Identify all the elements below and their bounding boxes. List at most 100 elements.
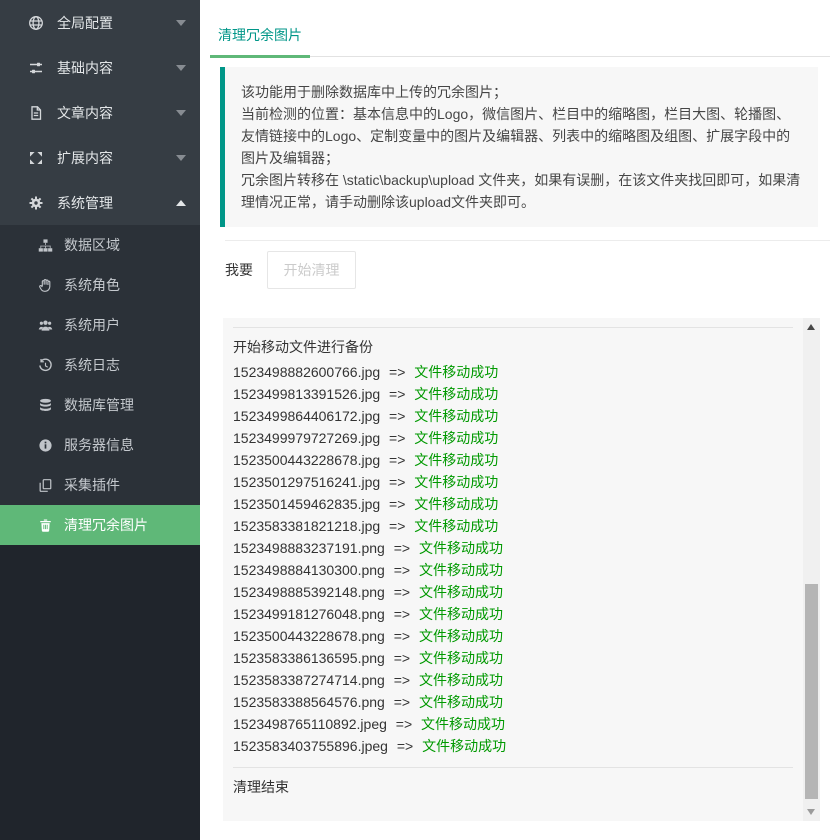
log-entry-status: 文件移动成功 <box>414 430 498 446</box>
users-icon <box>38 318 53 333</box>
log-entry: 1523500443228678.jpg => 文件移动成功 <box>233 449 793 471</box>
log-entry-separator: => <box>389 496 405 512</box>
database-icon <box>38 398 53 413</box>
notice-line: 当前检测的位置：基本信息中的Logo，微信图片、栏目中的缩略图，栏目大图、轮播图… <box>241 103 802 125</box>
log-entry-filename: 1523498765110892.jpeg <box>233 716 387 732</box>
notice-line: 该功能用于删除数据库中上传的冗余图片； <box>241 81 802 103</box>
sidebar-item-basic-content[interactable]: 基础内容 <box>0 45 200 90</box>
log-entry-separator: => <box>396 716 412 732</box>
sidebar-subitem-label: 系统用户 <box>64 315 186 335</box>
chevron-down-icon <box>176 65 186 71</box>
log-entry-filename: 1523499979727269.jpg <box>233 430 380 446</box>
chevron-down-icon <box>176 155 186 161</box>
log-entry-separator: => <box>394 672 410 688</box>
sidebar-item-article-content[interactable]: 文章内容 <box>0 90 200 135</box>
log-divider-bottom <box>233 767 793 768</box>
log-entry-filename: 1523583381821218.jpg <box>233 518 380 534</box>
log-entry-filename: 1523499181276048.png <box>233 606 385 622</box>
log-entry: 1523583387274714.png => 文件移动成功 <box>233 669 793 691</box>
log-entry-separator: => <box>389 386 405 402</box>
history-icon <box>38 358 53 373</box>
log-entry: 1523583388564576.png => 文件移动成功 <box>233 691 793 713</box>
chevron-down-icon <box>176 20 186 26</box>
info-icon <box>38 438 53 453</box>
sidebar-subitem-collect-plugin[interactable]: 采集插件 <box>0 465 200 505</box>
log-entry: 1523498883237191.png => 文件移动成功 <box>233 537 793 559</box>
log-entry-status: 文件移动成功 <box>419 650 503 666</box>
log-entry-filename: 1523498882600766.jpg <box>233 364 380 380</box>
log-entry-separator: => <box>394 606 410 622</box>
log-entry-separator: => <box>394 562 410 578</box>
chevron-down-icon <box>176 110 186 116</box>
document-icon <box>28 105 44 121</box>
log-entry: 1523583386136595.png => 文件移动成功 <box>233 647 793 669</box>
log-entry-status: 文件移动成功 <box>419 628 503 644</box>
sidebar-subitem-database-management[interactable]: 数据库管理 <box>0 385 200 425</box>
sidebar-subitem-label: 数据库管理 <box>64 395 186 415</box>
main-content: 清理冗余图片 该功能用于删除数据库中上传的冗余图片； 当前检测的位置：基本信息中… <box>200 0 840 840</box>
trash-icon <box>38 518 53 533</box>
log-entry-filename: 1523583386136595.png <box>233 650 385 666</box>
log-entry-status: 文件移动成功 <box>419 606 503 622</box>
sidebar-item-label: 基础内容 <box>57 58 176 78</box>
log-entry-filename: 1523501297516241.jpg <box>233 474 380 490</box>
log-entry-separator: => <box>394 694 410 710</box>
log-entry-separator: => <box>389 452 405 468</box>
sidebar-item-system-management[interactable]: 系统管理 <box>0 180 200 225</box>
log-entry-filename: 1523500443228678.png <box>233 628 385 644</box>
sliders-icon <box>28 60 44 76</box>
log-entry-status: 文件移动成功 <box>421 716 505 732</box>
sidebar-subitem-data-area[interactable]: 数据区域 <box>0 225 200 265</box>
log-entry-separator: => <box>394 650 410 666</box>
log-entry-status: 文件移动成功 <box>414 408 498 424</box>
log-entry-separator: => <box>397 738 413 754</box>
sidebar-subitem-system-user[interactable]: 系统用户 <box>0 305 200 345</box>
log-end-message: 清理结束 <box>233 776 793 798</box>
log-entry-status: 文件移动成功 <box>419 562 503 578</box>
start-clean-button[interactable]: 开始清理 <box>267 251 356 289</box>
log-entry-status: 文件移动成功 <box>414 496 498 512</box>
log-entry-status: 文件移动成功 <box>414 518 498 534</box>
log-entries: 1523498882600766.jpg => 文件移动成功 152349981… <box>233 361 793 757</box>
hand-icon <box>38 278 53 293</box>
sitemap-icon <box>38 238 53 253</box>
scrollbar-down-arrow-icon[interactable] <box>807 809 815 815</box>
log-entry-separator: => <box>389 430 405 446</box>
log-entry-filename: 1523499864406172.jpg <box>233 408 380 424</box>
sidebar-item-label: 扩展内容 <box>57 148 176 168</box>
sidebar-item-extended-content[interactable]: 扩展内容 <box>0 135 200 180</box>
log-scrollbar[interactable] <box>803 318 820 821</box>
gear-icon <box>28 195 44 211</box>
log-entry-status: 文件移动成功 <box>419 694 503 710</box>
copy-icon <box>38 478 53 493</box>
sidebar-subitem-system-role[interactable]: 系统角色 <box>0 265 200 305</box>
sidebar-subitem-label: 系统角色 <box>64 275 186 295</box>
log-entry: 1523498765110892.jpeg => 文件移动成功 <box>233 713 793 735</box>
log-entry: 1523583403755896.jpeg => 文件移动成功 <box>233 735 793 757</box>
section-divider <box>225 240 830 241</box>
log-entry-status: 文件移动成功 <box>414 474 498 490</box>
tab-label: 清理冗余图片 <box>218 25 302 45</box>
log-entry-separator: => <box>389 408 405 424</box>
log-entry-filename: 1523583387274714.png <box>233 672 385 688</box>
log-entry-separator: => <box>389 364 405 380</box>
notice-line: 冗余图片转移在 \static\backup\upload 文件夹，如果有误删，… <box>241 169 802 191</box>
sidebar-subitem-system-log[interactable]: 系统日志 <box>0 345 200 385</box>
sidebar-subitem-clean-redundant-images[interactable]: 清理冗余图片 <box>0 505 200 545</box>
log-entry-status: 文件移动成功 <box>422 738 506 754</box>
log-entry-separator: => <box>389 518 405 534</box>
sidebar-subitem-label: 数据区域 <box>64 235 186 255</box>
log-entry: 1523583381821218.jpg => 文件移动成功 <box>233 515 793 537</box>
log-entry: 1523500443228678.png => 文件移动成功 <box>233 625 793 647</box>
log-entry-status: 文件移动成功 <box>419 672 503 688</box>
sidebar-subitem-server-info[interactable]: 服务器信息 <box>0 425 200 465</box>
action-row: 我要 开始清理 <box>225 251 840 289</box>
log-entry: 1523499813391526.jpg => 文件移动成功 <box>233 383 793 405</box>
log-content: 开始移动文件进行备份 1523498882600766.jpg => 文件移动成… <box>233 318 793 821</box>
log-entry-filename: 1523499813391526.jpg <box>233 386 380 402</box>
tab-clean-redundant-images[interactable]: 清理冗余图片 <box>210 0 310 57</box>
scrollbar-up-arrow-icon[interactable] <box>807 324 815 330</box>
scrollbar-thumb[interactable] <box>805 584 818 799</box>
log-entry-separator: => <box>394 628 410 644</box>
sidebar-item-global-config[interactable]: 全局配置 <box>0 0 200 45</box>
